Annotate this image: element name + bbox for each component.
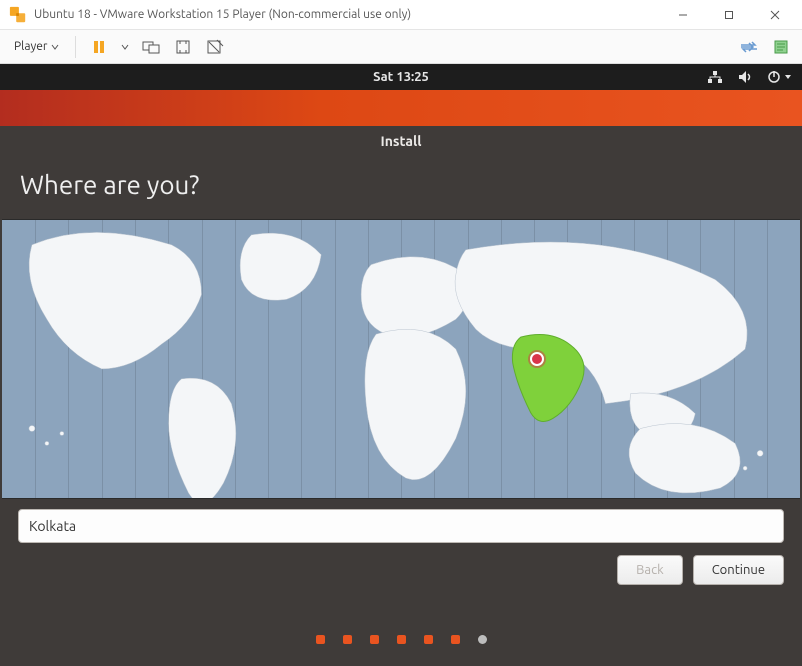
continue-button-label: Continue [712,563,765,577]
installer-body: Where are you? [0,156,802,666]
vm-guest-screen: Sat 13:25 Install Where are you? [0,64,802,666]
vmware-titlebar: Ubuntu 18 - VMware Workstation 15 Player… [0,0,802,30]
progress-dot [451,635,460,644]
progress-dot [316,635,325,644]
progress-dot [424,635,433,644]
location-pin-icon[interactable] [530,352,544,366]
send-ctrl-alt-del-button[interactable] [138,34,164,60]
progress-dot [370,635,379,644]
toolbar-separator [75,36,76,58]
window-minimize-button[interactable] [660,0,706,30]
notes-icon [773,39,789,55]
continue-button[interactable]: Continue [693,555,784,585]
preferences-button[interactable] [768,34,794,60]
installer-titlebar: Install [0,126,802,156]
vmware-window-title: Ubuntu 18 - VMware Workstation 15 Player… [34,8,660,21]
progress-dots [0,635,802,644]
pause-vm-button[interactable] [86,34,112,60]
installer-title: Install [381,133,422,149]
player-menu[interactable]: Player [8,36,65,57]
window-maximize-button[interactable] [706,0,752,30]
cycle-monitors-icon [739,41,759,53]
ubuntu-clock: Sat 13:25 [373,70,429,84]
pause-icon [92,40,106,54]
chevron-down-icon [784,73,792,81]
fullscreen-icon [175,39,191,55]
timezone-input[interactable] [18,509,784,543]
vmware-logo-icon [8,5,28,25]
chevron-down-icon [51,43,59,51]
player-menu-label: Player [14,40,47,53]
power-menu-button[interactable] [118,34,132,60]
back-button[interactable]: Back [617,555,683,585]
unity-icon [206,39,224,55]
ubuntu-top-bar: Sat 13:25 [0,64,802,90]
volume-icon [737,70,753,84]
vmware-toolbar: Player [0,30,802,64]
page-heading: Where are you? [20,170,782,199]
timezone-map[interactable] [2,219,800,499]
highlighted-region [512,335,584,422]
window-close-button[interactable] [752,0,798,30]
power-icon [767,70,781,84]
progress-dot [397,635,406,644]
ubuntu-status-area[interactable] [707,64,792,90]
ubuntu-wallpaper-strip [0,90,802,126]
send-keys-icon [142,39,160,55]
cycle-multiple-monitors-button[interactable] [736,34,762,60]
progress-dot [478,635,487,644]
progress-dot [343,635,352,644]
fullscreen-button[interactable] [170,34,196,60]
back-button-label: Back [636,563,664,577]
chevron-down-icon [121,43,129,51]
unity-mode-button[interactable] [202,34,228,60]
network-icon [707,70,723,84]
world-map-svg [2,220,800,498]
